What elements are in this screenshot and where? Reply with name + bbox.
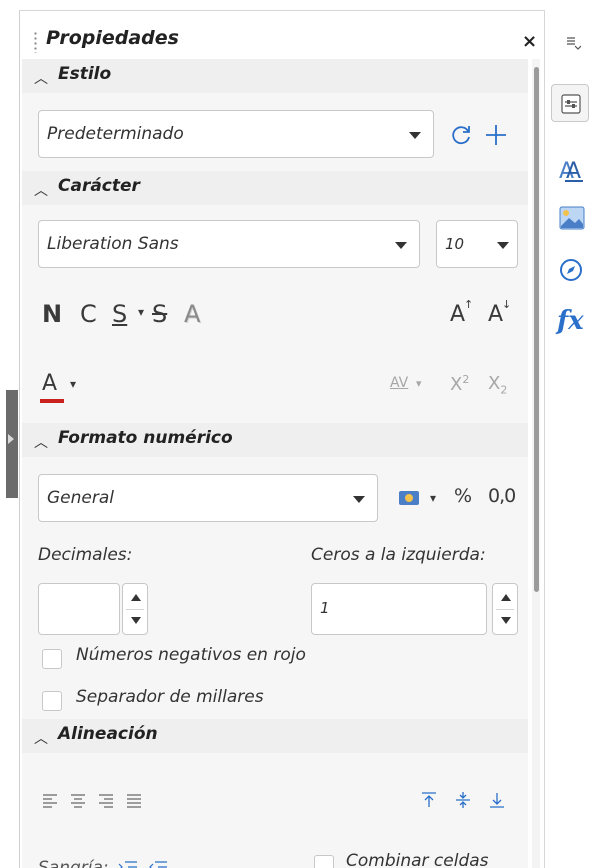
collapse-chevron-icon: ︿ — [34, 183, 48, 199]
shrink-arrow-icon: ↓ — [502, 298, 512, 311]
number-category-combobox[interactable]: General — [38, 474, 378, 522]
character-spacing-button[interactable]: AV — [390, 375, 408, 391]
subscript-letter: X — [488, 373, 501, 394]
merge-cells-checkbox[interactable] — [314, 855, 334, 868]
decimals-stepper[interactable] — [122, 583, 148, 635]
properties-panel: Propiedades × ︿ Estilo Predeterminado ︿ … — [20, 11, 544, 868]
align-center-icon[interactable] — [70, 793, 86, 809]
leading-zeros-label: Ceros a la izquierda: — [311, 545, 486, 565]
decimal-format-button[interactable]: 0,0 — [488, 485, 516, 507]
percent-format-button[interactable]: % — [454, 485, 472, 507]
style-value: Predeterminado — [47, 124, 184, 144]
chevron-down-icon — [409, 132, 421, 139]
font-color-button[interactable]: A — [42, 371, 57, 396]
sidebar-menu-icon[interactable] — [565, 36, 581, 50]
spacing-dropdown-icon[interactable]: ▾ — [416, 377, 422, 390]
grip-icon[interactable] — [34, 31, 37, 53]
properties-deck-button[interactable] — [551, 84, 589, 122]
leading-zeros-field[interactable]: 1 — [311, 583, 487, 635]
shrink-font-button[interactable]: A — [488, 302, 503, 327]
section-title: Formato numérico — [58, 428, 233, 448]
font-name-combobox[interactable]: Liberation Sans — [38, 220, 420, 268]
section-header-alignment[interactable]: ︿ Alineación — [22, 719, 528, 753]
spin-up-icon[interactable] — [501, 594, 511, 601]
stepper-divider — [496, 609, 514, 610]
section-title: Estilo — [58, 64, 112, 84]
subscript-exp: 2 — [500, 383, 508, 397]
align-top-icon[interactable] — [420, 791, 438, 809]
strikethrough-button[interactable]: S — [152, 300, 167, 328]
section-body-style: Predeterminado — [22, 93, 528, 171]
section-body-number-format: General ▾ % 0,0 Decimales: Ceros a la iz… — [22, 457, 528, 719]
gallery-icon[interactable] — [559, 206, 585, 230]
properties-icon — [561, 94, 581, 114]
merge-cells-label: Combinar celdas — [346, 851, 489, 868]
section-header-style[interactable]: ︿ Estilo — [22, 59, 528, 93]
leading-zeros-stepper[interactable] — [492, 583, 518, 635]
align-left-icon[interactable] — [42, 793, 58, 809]
spin-up-icon[interactable] — [131, 594, 141, 601]
font-name-value: Liberation Sans — [47, 234, 179, 254]
shadow-button[interactable]: A — [184, 300, 200, 328]
indent-label: Sangría: — [38, 858, 109, 868]
expand-arrow-icon — [8, 434, 14, 444]
align-bottom-icon[interactable] — [488, 791, 506, 809]
section-title: Carácter — [58, 176, 140, 196]
spin-down-icon[interactable] — [131, 617, 141, 624]
underline-button[interactable]: S — [112, 300, 127, 328]
panel-title: Propiedades — [46, 27, 179, 49]
superscript-button[interactable]: X2 — [450, 373, 469, 395]
decimals-label: Decimales: — [38, 545, 133, 565]
font-size-value: 10 — [445, 235, 465, 253]
sidebar-deck: A A fx — [545, 10, 595, 868]
font-color-swatch — [40, 399, 64, 403]
chevron-down-icon — [497, 242, 509, 249]
section-title: Alineación — [58, 724, 158, 744]
superscript-letter: X — [450, 374, 463, 395]
font-size-combobox[interactable]: 10 — [436, 220, 518, 268]
category-value: General — [47, 488, 114, 508]
styles-icon[interactable]: A A — [557, 156, 585, 184]
new-style-icon[interactable] — [484, 123, 508, 147]
collapse-chevron-icon: ︿ — [34, 435, 48, 451]
decrease-indent-icon[interactable] — [148, 860, 168, 868]
font-color-dropdown-icon[interactable]: ▾ — [70, 377, 76, 391]
collapse-chevron-icon: ︿ — [34, 731, 48, 747]
leading-zeros-value: 1 — [320, 599, 330, 617]
stepper-divider — [126, 609, 144, 610]
update-style-icon[interactable] — [450, 123, 474, 147]
align-middle-icon[interactable] — [454, 791, 472, 809]
navigator-icon[interactable] — [559, 258, 583, 282]
thousands-separator-checkbox[interactable] — [42, 691, 62, 711]
section-header-number-format[interactable]: ︿ Formato numérico — [22, 423, 528, 457]
decimals-field[interactable] — [38, 583, 120, 635]
align-right-icon[interactable] — [98, 793, 114, 809]
chevron-down-icon — [353, 496, 365, 503]
spin-down-icon[interactable] — [501, 617, 511, 624]
superscript-exp: 2 — [462, 373, 470, 386]
thousands-separator-label: Separador de millares — [76, 687, 264, 707]
functions-icon[interactable]: fx — [557, 306, 584, 336]
currency-dropdown-icon[interactable]: ▾ — [430, 491, 436, 505]
increase-indent-icon[interactable] — [118, 860, 138, 868]
bold-button[interactable]: N — [42, 300, 62, 328]
negative-red-label: Números negativos en rojo — [76, 645, 306, 665]
underline-dropdown-icon[interactable]: ▾ — [138, 305, 144, 319]
sidebar-collapse-handle[interactable] — [6, 390, 18, 498]
grow-arrow-icon: ↑ — [464, 298, 474, 311]
chevron-down-icon — [395, 242, 407, 249]
subscript-button[interactable]: X2 — [488, 373, 507, 397]
section-body-character: Liberation Sans 10 N C S ▾ S A A ↑ A ↓ A… — [22, 205, 528, 423]
grow-font-button[interactable]: A — [450, 302, 465, 327]
style-combobox[interactable]: Predeterminado — [38, 110, 434, 158]
scrollbar-thumb[interactable] — [534, 67, 539, 592]
italic-button[interactable]: C — [80, 300, 97, 328]
negative-red-checkbox[interactable] — [42, 649, 62, 669]
section-header-character[interactable]: ︿ Carácter — [22, 171, 528, 205]
currency-format-icon[interactable] — [398, 489, 420, 507]
justify-icon[interactable] — [126, 793, 142, 809]
collapse-chevron-icon: ︿ — [34, 71, 48, 87]
close-button[interactable]: × — [522, 31, 537, 52]
section-body-alignment: Sangría: Combinar celdas — [22, 753, 528, 868]
